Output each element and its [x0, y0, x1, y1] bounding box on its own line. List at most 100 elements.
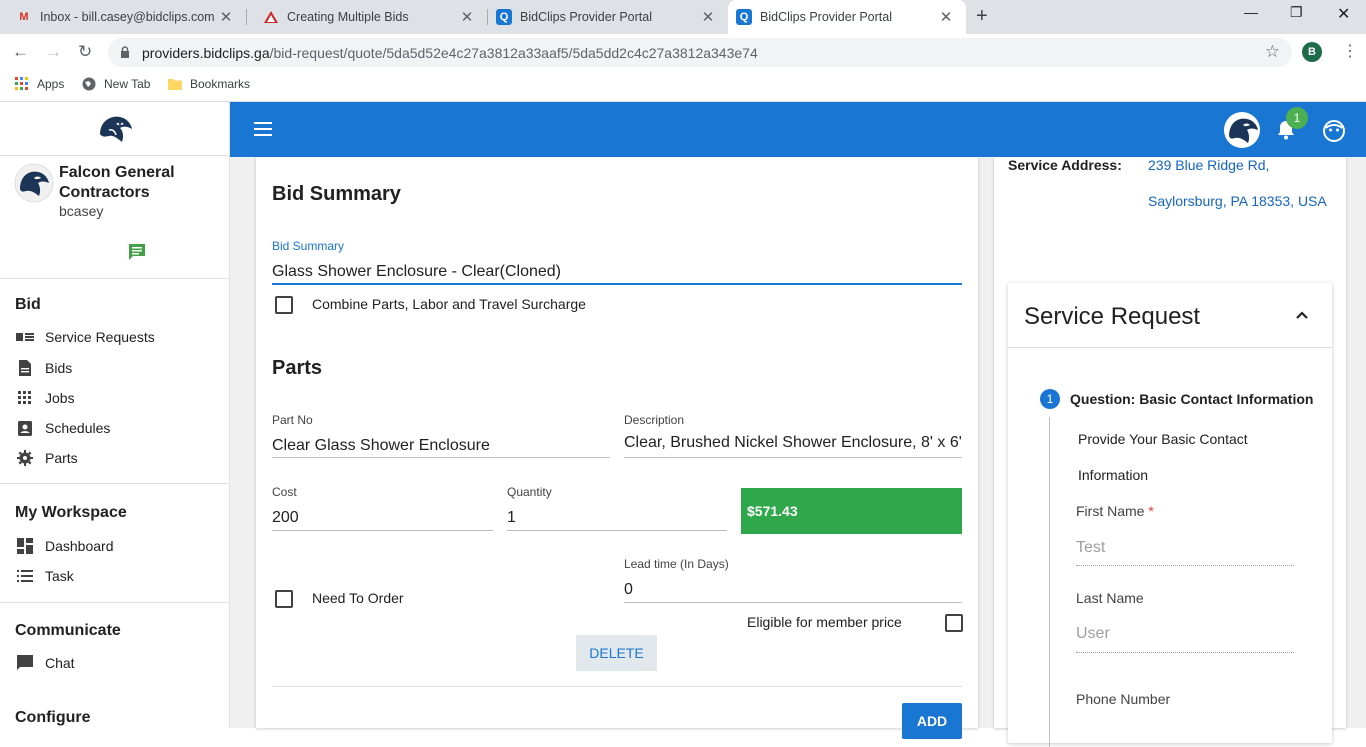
- sidebar-divider: [0, 278, 230, 279]
- total-price-box: $571.43: [741, 488, 962, 534]
- description-input[interactable]: Clear, Brushed Nickel Shower Enclosure, …: [624, 434, 962, 452]
- chat-icon: [15, 655, 35, 671]
- quantity-input[interactable]: 1: [507, 509, 727, 527]
- combine-label: Combine Parts, Labor and Travel Surcharg…: [312, 296, 586, 312]
- bookmark-label: Apps: [37, 77, 65, 91]
- description-underline: [624, 457, 962, 458]
- part-no-underline: [272, 457, 610, 458]
- bid-summary-label: Bid Summary: [272, 239, 345, 253]
- face-icon[interactable]: [1323, 120, 1345, 142]
- sidebar-item-service-requests[interactable]: Service Requests: [15, 329, 155, 345]
- bookmark-apps[interactable]: Apps: [15, 77, 64, 91]
- cost-underline: [272, 530, 493, 531]
- tab-title: Creating Multiple Bids: [287, 10, 409, 24]
- browser-tab-portal-active[interactable]: Q BidClips Provider Portal ✕: [728, 0, 966, 34]
- bid-summary-input[interactable]: Glass Shower Enclosure - Clear(Cloned): [272, 263, 962, 281]
- first-name-label-text: First Name: [1076, 503, 1145, 519]
- url-path: /bid-request/quote/5da5d52e4c27a3812a33a…: [269, 44, 758, 61]
- service-address-line1[interactable]: 239 Blue Ridge Rd,: [1148, 157, 1269, 173]
- sidebar-item-dashboard[interactable]: Dashboard: [15, 538, 114, 554]
- hamburger-menu-icon[interactable]: [254, 122, 272, 136]
- address-bar-row: ← → ↻ providers.bidclips.ga/bid-request/…: [0, 34, 1366, 71]
- chevron-up-icon[interactable]: [1296, 311, 1308, 319]
- step-connector: [1049, 417, 1050, 747]
- falcon-logo-icon: [100, 116, 132, 142]
- restore-icon[interactable]: ❐: [1290, 4, 1303, 21]
- bid-summary-underline: [272, 283, 962, 285]
- section-bid-title: Bid: [15, 296, 41, 313]
- browser-tab-portal-1[interactable]: Q BidClips Provider Portal ✕: [488, 0, 728, 34]
- message-icon[interactable]: [127, 242, 147, 262]
- reload-icon[interactable]: ↻: [78, 42, 92, 62]
- bookmarks-bar: Apps New Tab Bookmarks: [0, 71, 1366, 102]
- section-divider: [272, 686, 962, 687]
- bid-summary-heading: Bid Summary: [272, 183, 401, 205]
- sidebar-item-bids[interactable]: Bids: [15, 360, 72, 376]
- service-request-title: Service Request: [1024, 303, 1201, 330]
- grid-icon: [15, 390, 35, 406]
- user-avatar[interactable]: [1223, 111, 1261, 149]
- parts-heading: Parts: [272, 357, 323, 379]
- username: bcasey: [59, 203, 104, 219]
- bookmark-folder[interactable]: Bookmarks: [168, 77, 250, 91]
- sidebar-item-jobs[interactable]: Jobs: [15, 390, 75, 406]
- close-tab-icon[interactable]: ✕: [216, 8, 236, 26]
- minimize-icon[interactable]: —: [1244, 4, 1258, 20]
- service-panel: Service Address: 239 Blue Ridge Rd, Sayl…: [994, 157, 1346, 747]
- service-request-card: Service Request 1 Question: Basic Contac…: [1008, 283, 1332, 747]
- need-to-order-label: Need To Order: [312, 590, 404, 606]
- lead-time-label: Lead time (In Days): [624, 557, 729, 571]
- forward-icon[interactable]: →: [45, 42, 62, 62]
- first-name-input[interactable]: Test: [1076, 539, 1105, 557]
- url-field[interactable]: providers.bidclips.ga/bid-request/quote/…: [108, 38, 1292, 67]
- contact-calendar-icon: [15, 420, 35, 436]
- browser-tab-gmail[interactable]: M Inbox - bill.casey@bidclips.com - ✕: [0, 0, 246, 34]
- sidebar-item-task[interactable]: Task: [15, 568, 74, 584]
- step-description-line2: Information: [1078, 467, 1149, 483]
- step-number-badge: 1: [1040, 389, 1060, 409]
- company-avatar[interactable]: [14, 163, 54, 203]
- close-tab-icon[interactable]: ✕: [457, 8, 477, 26]
- close-tab-icon[interactable]: ✕: [936, 8, 956, 26]
- tab-title: BidClips Provider Portal: [520, 10, 652, 24]
- sidebar: Falcon General Contractors bcasey Bid Se…: [0, 102, 230, 728]
- back-icon[interactable]: ←: [12, 42, 29, 62]
- add-button[interactable]: ADD: [902, 703, 962, 739]
- sidebar-item-label: Task: [45, 568, 74, 584]
- step-title: Question: Basic Contact Information: [1070, 391, 1314, 407]
- sidebar-divider: [0, 602, 230, 603]
- close-window-icon[interactable]: ✕: [1337, 4, 1350, 24]
- main-content: Bid Summary Bid Summary Glass Shower Enc…: [230, 157, 1366, 747]
- new-tab-button[interactable]: +: [976, 5, 988, 28]
- service-address-line2[interactable]: Saylorsburg, PA 18353, USA: [1148, 193, 1327, 209]
- doc-icon: [263, 9, 279, 25]
- cost-input[interactable]: 200: [272, 509, 493, 527]
- star-icon[interactable]: ☆: [1265, 42, 1280, 62]
- member-price-checkbox[interactable]: [945, 614, 963, 632]
- browser-tab-creating-bids[interactable]: Creating Multiple Bids ✕: [247, 0, 487, 34]
- sidebar-item-chat[interactable]: Chat: [15, 655, 75, 671]
- gear-icon: [15, 450, 35, 466]
- sidebar-item-parts[interactable]: Parts: [15, 450, 78, 466]
- last-name-underline: [1076, 652, 1294, 653]
- lead-time-input[interactable]: 0: [624, 581, 962, 599]
- sidebar-item-label: Dashboard: [45, 538, 114, 554]
- need-to-order-checkbox[interactable]: [275, 590, 293, 608]
- bid-form-card: Bid Summary Bid Summary Glass Shower Enc…: [256, 157, 978, 739]
- last-name-input[interactable]: User: [1076, 625, 1110, 643]
- bookmark-new-tab[interactable]: New Tab: [82, 77, 150, 91]
- sidebar-item-schedules[interactable]: Schedules: [15, 420, 110, 436]
- profile-avatar[interactable]: B: [1302, 42, 1322, 62]
- company-name-line2: Contractors: [59, 184, 150, 201]
- step-description-line1: Provide Your Basic Contact: [1078, 431, 1248, 447]
- part-no-input[interactable]: Clear Glass Shower Enclosure: [272, 437, 610, 455]
- last-name-label: Last Name: [1076, 590, 1144, 606]
- gmail-icon: M: [19, 11, 29, 23]
- combine-checkbox[interactable]: [275, 296, 293, 314]
- sidebar-item-label: Parts: [45, 450, 78, 466]
- delete-button[interactable]: DELETE: [576, 635, 657, 671]
- globe-icon: [82, 77, 96, 91]
- menu-kebab-icon[interactable]: ⋮: [1342, 41, 1358, 61]
- tab-title: BidClips Provider Portal: [760, 10, 892, 24]
- close-tab-icon[interactable]: ✕: [698, 8, 718, 26]
